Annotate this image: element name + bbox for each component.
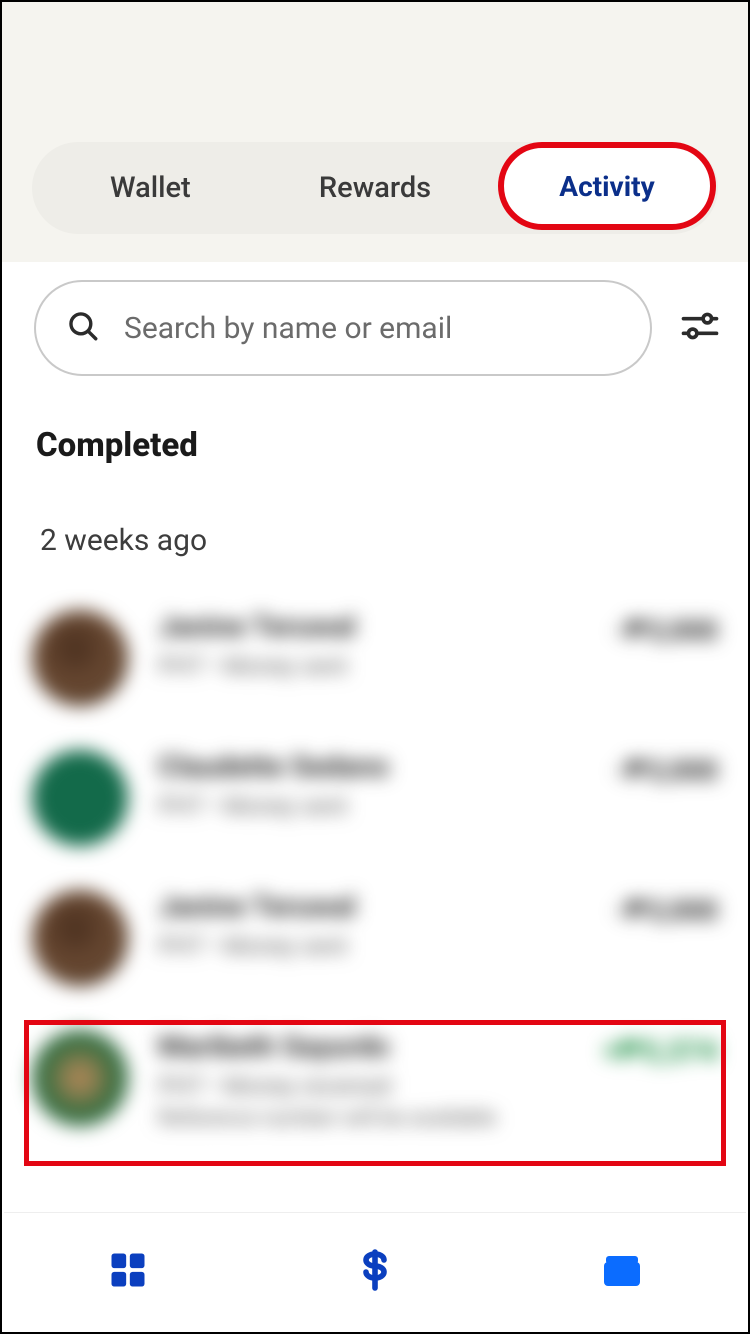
sliders-icon (678, 304, 722, 352)
filter-button[interactable] (670, 298, 730, 358)
search-box[interactable] (34, 280, 652, 376)
transaction-body: Claudette Sedano PHT • Money sent (158, 750, 585, 820)
transaction-sub: PHT • Money sent (158, 792, 585, 820)
bottom-nav (4, 1212, 746, 1330)
transaction-row[interactable]: Maribeth Sayurdo PHT • Money received Re… (12, 1008, 738, 1153)
avatar (32, 1030, 128, 1126)
avatar (32, 750, 128, 846)
transaction-amount: -₱3,000 (615, 610, 718, 647)
tab-wallet[interactable]: Wallet (38, 149, 263, 227)
transaction-row[interactable]: Janine Teruwal PHT • Money sent -₱3,000 (12, 868, 738, 1008)
search-row (2, 262, 748, 376)
avatar (32, 610, 128, 706)
transaction-sub: PHT • Money received (158, 1072, 573, 1100)
transaction-list: Janine Teruwal PHT • Money sent -₱3,000 … (2, 588, 748, 1153)
transaction-name: Maribeth Sayurdo (158, 1030, 573, 1064)
transaction-body: Janine Teruwal PHT • Money sent (158, 890, 585, 960)
transaction-sub: PHT • Money sent (158, 652, 585, 680)
transaction-amount: -₱3,000 (615, 750, 718, 787)
transaction-row[interactable]: Janine Teruwal PHT • Money sent -₱3,000 (12, 588, 738, 728)
transaction-extra: Reference number will be available (158, 1106, 573, 1131)
transaction-name: Janine Teruwal (158, 610, 585, 644)
transaction-name: Janine Teruwal (158, 890, 585, 924)
search-icon (66, 309, 100, 347)
transaction-row[interactable]: Claudette Sedano PHT • Money sent -₱3,00… (12, 728, 738, 868)
nav-payments[interactable] (335, 1232, 415, 1312)
transaction-amount: +₱5,374 (603, 1030, 718, 1069)
transaction-sub: PHT • Money sent (158, 932, 585, 960)
search-input[interactable] (124, 311, 620, 346)
header-area: Wallet Rewards (2, 2, 748, 262)
tab-activity[interactable] (487, 166, 712, 210)
wallet-icon (598, 1246, 646, 1298)
grid-icon (106, 1248, 150, 1296)
dollar-icon (351, 1246, 399, 1298)
transaction-body: Janine Teruwal PHT • Money sent (158, 610, 585, 680)
date-group-label: 2 weeks ago (2, 475, 748, 588)
section-completed-title: Completed (2, 376, 748, 475)
top-tabs: Wallet Rewards (32, 142, 718, 234)
transaction-body: Maribeth Sayurdo PHT • Money received Re… (158, 1030, 573, 1131)
nav-home[interactable] (88, 1232, 168, 1312)
tab-rewards[interactable]: Rewards (263, 149, 488, 227)
avatar (32, 890, 128, 986)
transaction-amount: -₱3,000 (615, 890, 718, 927)
nav-wallet[interactable] (582, 1232, 662, 1312)
transaction-name: Claudette Sedano (158, 750, 585, 784)
